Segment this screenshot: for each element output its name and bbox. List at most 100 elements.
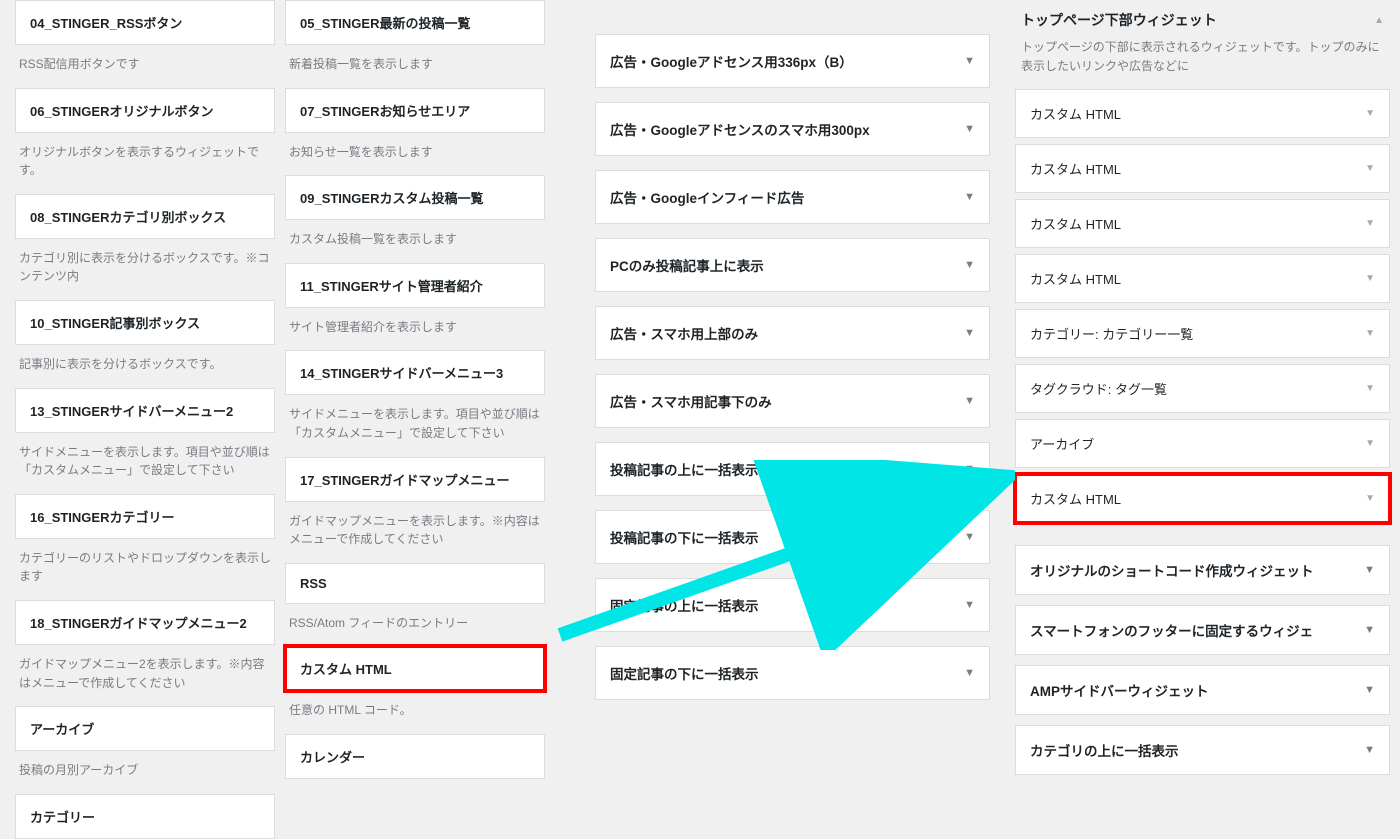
available-widget-desc: サイドメニューを表示します。項目や並び順は「カスタムメニュー」で設定して下さい <box>285 395 545 446</box>
widget-area-collapsed[interactable]: AMPサイドバーウィジェット ▼ <box>1015 665 1390 715</box>
widget-area-collapsed[interactable]: カテゴリの上に一括表示▼ <box>1015 725 1390 775</box>
widget-area-collapsed[interactable]: 広告・Googleインフィード広告▼ <box>595 170 990 224</box>
caret-down-icon: ▼ <box>964 55 975 67</box>
available-col-b: 05_STINGER最新の投稿一覧新着投稿一覧を表示します 07_STINGERお… <box>285 0 545 734</box>
available-widget-title[interactable]: カテゴリー <box>15 794 275 839</box>
available-widget-desc: 新着投稿一覧を表示します <box>285 45 545 78</box>
widget-area-label: 広告・Googleインフィード広告 <box>610 187 804 207</box>
placed-widget[interactable]: カスタム HTML▼ <box>1015 474 1390 523</box>
available-widget: 07_STINGERお知らせエリアお知らせ一覧を表示します <box>285 88 545 166</box>
available-widget-desc: 投稿の月別アーカイブ <box>15 751 275 784</box>
available-widget-desc: ガイドマップメニューを表示します。※内容はメニューで作成してください <box>285 502 545 553</box>
available-widget-title[interactable]: 16_STINGERカテゴリー <box>15 494 275 539</box>
widget-area-collapsed[interactable]: 広告・スマホ用上部のみ ▼ <box>595 306 990 360</box>
caret-down-icon: ▼ <box>964 599 975 611</box>
available-widget: RSSRSS/Atom フィードのエントリー <box>285 563 545 637</box>
available-widget-title[interactable]: RSS <box>285 563 545 604</box>
caret-down-icon: ▼ <box>1364 684 1375 696</box>
available-widget: 10_STINGER記事別ボックス記事別に表示を分けるボックスです。 <box>15 300 275 378</box>
available-widget-title[interactable]: 18_STINGERガイドマップメニュー2 <box>15 600 275 645</box>
available-widget: 06_STINGERオリジナルボタンオリジナルボタンを表示するウィジェットです。 <box>15 88 275 184</box>
placed-widget[interactable]: アーカイブ▼ <box>1015 419 1390 468</box>
caret-down-icon: ▼ <box>964 327 975 339</box>
available-widget: 17_STINGERガイドマップメニューガイドマップメニューを表示します。※内容… <box>285 457 545 553</box>
available-widget-title[interactable]: 09_STINGERカスタム投稿一覧 <box>285 175 545 220</box>
widget-area-label: 投稿記事の上に一括表示 <box>610 459 759 479</box>
widget-area-label: 広告・スマホ用上部のみ <box>610 323 758 343</box>
available-widget-title[interactable]: 07_STINGERお知らせエリア <box>285 88 545 133</box>
widget-area-collapsed[interactable]: 広告・スマホ用記事下のみ ▼ <box>595 374 990 428</box>
available-widget-title[interactable]: 10_STINGER記事別ボックス <box>15 300 275 345</box>
caret-down-icon: ▼ <box>964 259 975 271</box>
available-widget: カスタム HTML任意の HTML コード。 <box>285 646 545 724</box>
placed-widget[interactable]: カスタム HTML ▼ <box>1015 199 1390 248</box>
area-header[interactable]: トップページ下部ウィジェット ▲ <box>1015 0 1390 34</box>
caret-down-icon: ▼ <box>964 395 975 407</box>
available-widget: 09_STINGERカスタム投稿一覧カスタム投稿一覧を表示します <box>285 175 545 253</box>
widget-area-list: 広告・Googleアドセンス用336px（B） ▼ 広告・Googleアドセンスのス… <box>595 0 990 734</box>
available-widget: アーカイブ投稿の月別アーカイブ <box>15 706 275 784</box>
available-widget: 05_STINGER最新の投稿一覧新着投稿一覧を表示します <box>285 0 545 78</box>
widget-area-label: オリジナルのショートコード作成ウィジェット <box>1030 560 1314 580</box>
available-widget-desc: 任意の HTML コード。 <box>285 691 545 724</box>
widget-area-collapsed[interactable]: 投稿記事の下に一括表示▼ <box>595 510 990 564</box>
caret-down-icon: ▼ <box>1364 624 1375 636</box>
widget-area-label: 固定記事の上に一括表示 <box>610 595 759 615</box>
available-widget: 08_STINGERカテゴリ別ボックスカテゴリ別に表示を分けるボックスです。※コ… <box>15 194 275 290</box>
widget-area-collapsed[interactable]: 広告・Googleアドセンス用336px（B） ▼ <box>595 34 990 88</box>
available-widget-desc: RSS/Atom フィードのエントリー <box>285 604 545 637</box>
available-widget-title[interactable]: 08_STINGERカテゴリ別ボックス <box>15 194 275 239</box>
placed-widget[interactable]: カテゴリー: カテゴリー一覧▼ <box>1015 309 1390 358</box>
widget-area-collapsed[interactable]: 固定記事の上に一括表示 ▼ <box>595 578 990 632</box>
available-widget-title[interactable]: カレンダー <box>285 734 545 779</box>
caret-down-icon: ▼ <box>964 531 975 543</box>
available-widget-title[interactable]: 04_STINGER_RSSボタン <box>15 0 275 45</box>
available-widget: 13_STINGERサイドバーメニュー2サイドメニューを表示します。項目や並び順… <box>15 388 275 484</box>
widget-area-collapsed[interactable]: オリジナルのショートコード作成ウィジェット▼ <box>1015 545 1390 595</box>
available-widget-title[interactable]: 05_STINGER最新の投稿一覧 <box>285 0 545 45</box>
caret-down-icon: ▼ <box>1365 108 1375 119</box>
available-widget-title[interactable]: アーカイブ <box>15 706 275 751</box>
placed-widget[interactable]: タグクラウド: タグ一覧 ▼ <box>1015 364 1390 413</box>
placed-widget[interactable]: カスタム HTML ▼ <box>1015 89 1390 138</box>
available-widget-desc: RSS配信用ボタンです <box>15 45 275 78</box>
widget-area-collapsed[interactable]: PCのみ投稿記事上に表示 ▼ <box>595 238 990 292</box>
widget-area-label: カテゴリの上に一括表示 <box>1030 740 1179 760</box>
available-widget-title[interactable]: 11_STINGERサイト管理者紹介 <box>285 263 545 308</box>
caret-up-icon: ▲ <box>1374 15 1384 26</box>
placed-widget-label: タグクラウド: タグ一覧 <box>1030 379 1167 398</box>
widget-area-collapsed[interactable]: スマートフォンのフッターに固定するウィジェ ▼ <box>1015 605 1390 655</box>
placed-widget-label: アーカイブ <box>1030 434 1094 453</box>
available-widget-desc: オリジナルボタンを表示するウィジェットです。 <box>15 133 275 184</box>
available-widget-desc: サイドメニューを表示します。項目や並び順は「カスタムメニュー」で設定して下さい <box>15 433 275 484</box>
available-widget-title[interactable]: 17_STINGERガイドマップメニュー <box>285 457 545 502</box>
widget-area-collapsed[interactable]: 投稿記事の上に一括表示▼ <box>595 442 990 496</box>
available-widget-title[interactable]: 13_STINGERサイドバーメニュー2 <box>15 388 275 433</box>
placed-widget-label: カスタム HTML <box>1030 489 1121 508</box>
available-widget-title[interactable]: 14_STINGERサイドバーメニュー3 <box>285 350 545 395</box>
caret-down-icon: ▼ <box>1365 383 1375 394</box>
widget-area-collapsed[interactable]: 固定記事の下に一括表示▼ <box>595 646 990 700</box>
placed-widget-label: カスタム HTML <box>1030 269 1121 288</box>
placed-widget-label: カテゴリー: カテゴリー一覧 <box>1030 324 1193 343</box>
widget-area-label: 広告・Googleアドセンス用336px（B） <box>610 51 853 71</box>
widget-area-label: PCのみ投稿記事上に表示 <box>610 255 764 275</box>
available-widget-title[interactable]: カスタム HTML <box>285 646 545 691</box>
widget-area-label: 固定記事の下に一括表示 <box>610 663 759 683</box>
placed-widget[interactable]: カスタム HTML▼ <box>1015 254 1390 303</box>
available-widget-desc: お知らせ一覧を表示します <box>285 133 545 166</box>
widget-area-label: AMPサイドバーウィジェット <box>1030 680 1209 700</box>
widget-area-label: 広告・Googleアドセンスのスマホ用300px <box>610 119 870 139</box>
widget-area-label: スマートフォンのフッターに固定するウィジェ <box>1030 620 1313 640</box>
widget-area-label: 広告・スマホ用記事下のみ <box>610 391 772 411</box>
available-widget: 11_STINGERサイト管理者紹介サイト管理者紹介を表示します <box>285 263 545 341</box>
placed-widget[interactable]: カスタム HTML▼ <box>1015 144 1390 193</box>
available-widget: 18_STINGERガイドマップメニュー2ガイドマップメニュー2を表示します。※… <box>15 600 275 696</box>
placed-widget-label: カスタム HTML <box>1030 214 1121 233</box>
caret-down-icon: ▼ <box>1365 218 1375 229</box>
widget-area-collapsed[interactable]: 広告・Googleアドセンスのスマホ用300px▼ <box>595 102 990 156</box>
placed-widget-label: カスタム HTML <box>1030 159 1121 178</box>
available-widget-title[interactable]: 06_STINGERオリジナルボタン <box>15 88 275 133</box>
available-widget-desc: カテゴリーのリストやドロップダウンを表示します <box>15 539 275 590</box>
placed-widget-label: カスタム HTML <box>1030 104 1121 123</box>
